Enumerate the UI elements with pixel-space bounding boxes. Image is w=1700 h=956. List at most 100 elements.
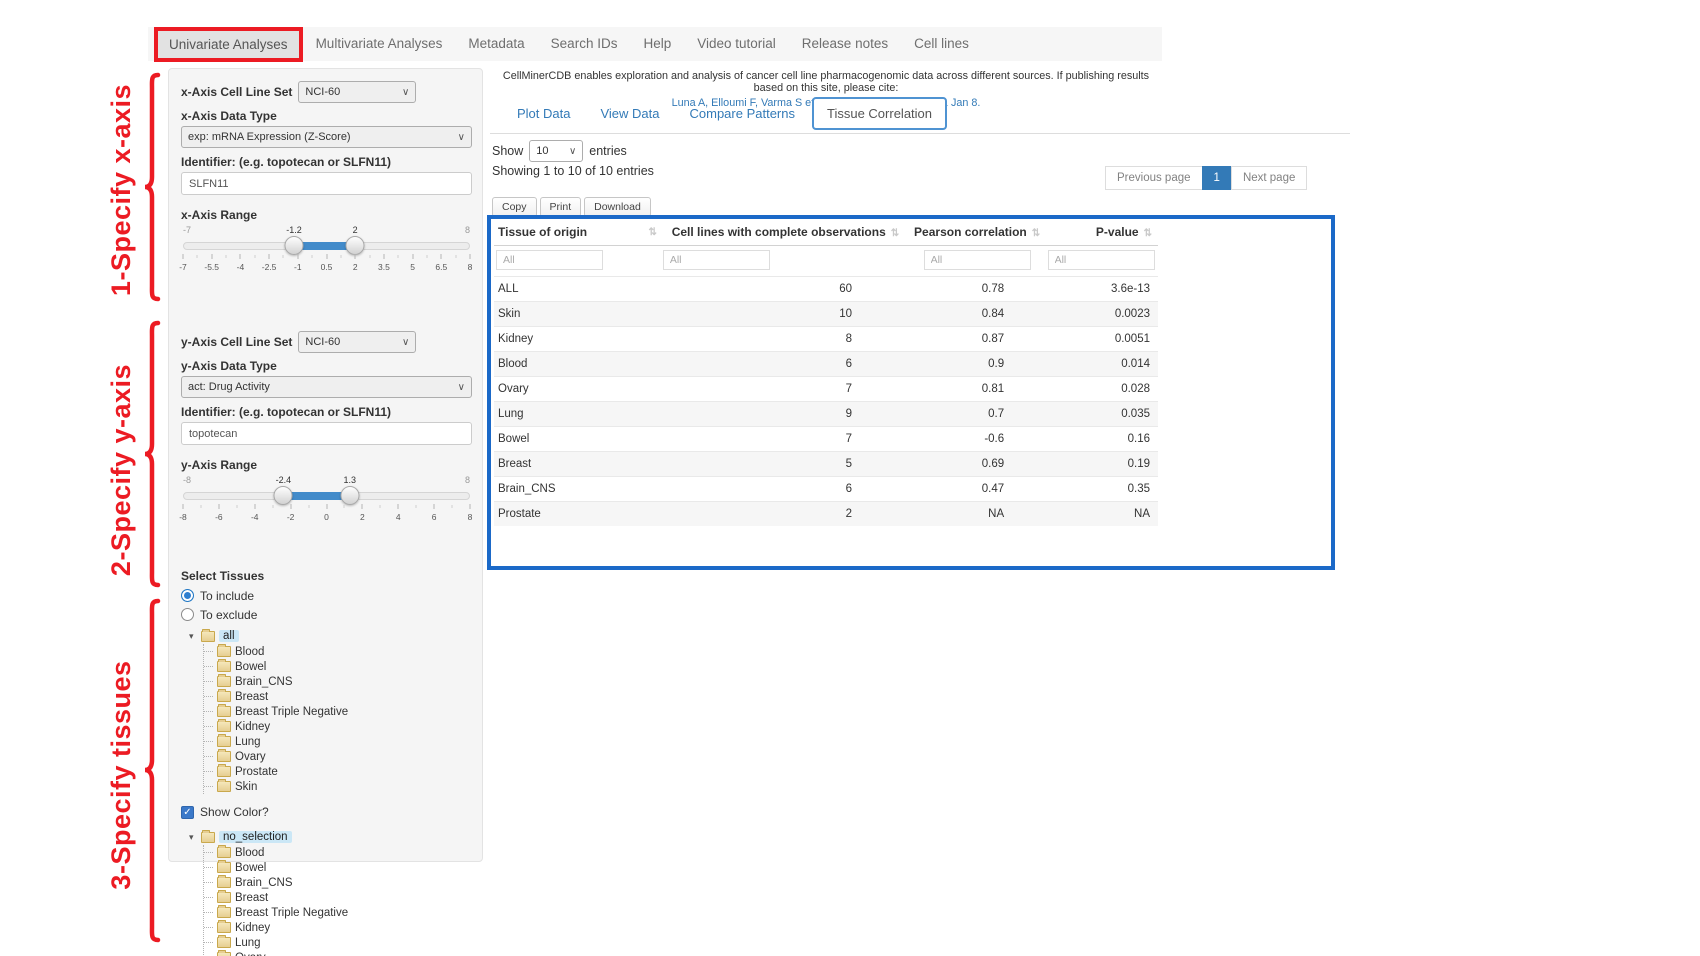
- table-row[interactable]: ALL 60 0.78 3.6e-13: [494, 277, 1158, 302]
- col-header-tissue[interactable]: Tissue of origin⇅: [494, 219, 661, 246]
- folder-icon: [217, 952, 231, 956]
- table-row[interactable]: Breast 5 0.69 0.19: [494, 452, 1158, 477]
- table-row[interactable]: Skin 10 0.84 0.0023: [494, 302, 1158, 327]
- col-header-pearson[interactable]: Pearson correlation⇅: [910, 219, 1044, 246]
- y-cell-line-set-select[interactable]: NCI-60 ∨: [298, 331, 416, 353]
- cell-pearson: 0.9: [910, 352, 1044, 377]
- tree-item-tissue[interactable]: Brain_CNS: [204, 875, 472, 890]
- nav-tab[interactable]: Release notes: [789, 27, 901, 61]
- previous-page-button[interactable]: Previous page: [1105, 166, 1203, 190]
- x-range-slider[interactable]: -7 8 -1.2 2 -7-5.5-4-2.5-10.523.556.58: [183, 225, 470, 279]
- nav-tab[interactable]: Help: [630, 27, 684, 61]
- tree-item-tissue[interactable]: Kidney: [204, 719, 472, 734]
- cell-tissue: Prostate: [494, 502, 661, 527]
- tree-root-all[interactable]: ▾ all: [189, 628, 239, 644]
- result-tab[interactable]: Plot Data: [504, 99, 583, 128]
- folder-icon: [217, 781, 231, 792]
- tree-item-tissue[interactable]: Kidney: [204, 920, 472, 935]
- tree-item-tissue[interactable]: Bowel: [204, 659, 472, 674]
- export-buttons: CopyPrintDownload: [492, 197, 651, 217]
- y-range-slider[interactable]: -8 8 -2.4 1.3 -8-6-4-202468: [183, 475, 470, 529]
- entries-suffix: entries: [589, 144, 627, 158]
- result-tab[interactable]: Tissue Correlation: [812, 97, 947, 130]
- pagination: Previous page 1 Next page: [1105, 166, 1307, 190]
- export-button[interactable]: Copy: [492, 197, 537, 217]
- slider-ticks: -8-6-4-202468: [183, 502, 470, 526]
- table-row[interactable]: Blood 6 0.9 0.014: [494, 352, 1158, 377]
- tissue-mode-radio[interactable]: To exclude: [181, 605, 472, 624]
- chevron-down-icon: ∨: [402, 337, 409, 348]
- annotation-step3-label: 3-Specify tissues: [106, 625, 136, 925]
- y-data-type-select[interactable]: act: Drug Activity ∨: [181, 376, 472, 398]
- y-identifier-input[interactable]: [181, 422, 472, 445]
- nav-tab[interactable]: Cell lines: [901, 27, 982, 61]
- cell-pearson: -0.6: [910, 427, 1044, 452]
- next-page-button[interactable]: Next page: [1231, 166, 1307, 190]
- tree-item-tissue[interactable]: Breast Triple Negative: [204, 704, 472, 719]
- table-row[interactable]: Lung 9 0.7 0.035: [494, 402, 1158, 427]
- slider-min-label: -7: [183, 225, 191, 235]
- tree-item-tissue[interactable]: Brain_CNS: [204, 674, 472, 689]
- entries-select[interactable]: 10 ∨: [529, 140, 583, 162]
- table-row[interactable]: Kidney 8 0.87 0.0051: [494, 327, 1158, 352]
- tree-item-tissue[interactable]: Ovary: [204, 950, 472, 956]
- filter-input-cell-lines[interactable]: [663, 250, 770, 270]
- x-cell-line-set-select[interactable]: NCI-60 ∨: [298, 81, 416, 103]
- table-row[interactable]: Prostate 2 NA NA: [494, 502, 1158, 527]
- tree-item-tissue[interactable]: Breast: [204, 689, 472, 704]
- tree-item-tissue[interactable]: Bowel: [204, 860, 472, 875]
- tree-item-tissue[interactable]: Lung: [204, 734, 472, 749]
- col-header-cell-lines[interactable]: Cell lines with complete observations⇅: [661, 219, 910, 246]
- current-page-button[interactable]: 1: [1202, 166, 1232, 190]
- tree-root-no-selection[interactable]: ▾ no_selection: [189, 829, 292, 845]
- radio-icon: [181, 589, 194, 602]
- filter-input-tissue[interactable]: [496, 250, 603, 270]
- folder-icon: [217, 751, 231, 762]
- folder-icon: [217, 937, 231, 948]
- nav-tab[interactable]: Search IDs: [538, 27, 631, 61]
- nav-tab[interactable]: Metadata: [455, 27, 537, 61]
- tree-item-tissue[interactable]: Blood: [204, 644, 472, 659]
- cell-tissue: Breast: [494, 452, 661, 477]
- slider-from-value: -1.2: [286, 225, 302, 235]
- brace-step3: [141, 598, 163, 943]
- cell-count: 7: [661, 427, 910, 452]
- sort-icon[interactable]: ⇅: [1032, 228, 1040, 239]
- tree-item-tissue[interactable]: Breast: [204, 890, 472, 905]
- cell-pearson: 0.84: [910, 302, 1044, 327]
- sort-icon[interactable]: ⇅: [648, 227, 656, 238]
- tree-item-tissue[interactable]: Prostate: [204, 764, 472, 779]
- table-row[interactable]: Brain_CNS 6 0.47 0.35: [494, 477, 1158, 502]
- export-button[interactable]: Download: [584, 197, 651, 217]
- cellminercdb-app: Univariate AnalysesMultivariate Analyses…: [0, 0, 1700, 956]
- annotation-step1-label: 1-Specify x-axis: [106, 40, 136, 340]
- tissue-mode-radio[interactable]: To include: [181, 586, 472, 605]
- tree-item-tissue[interactable]: Lung: [204, 935, 472, 950]
- sort-icon[interactable]: ⇅: [891, 228, 899, 239]
- tree-item-tissue[interactable]: Breast Triple Negative: [204, 905, 472, 920]
- export-button[interactable]: Print: [540, 197, 582, 217]
- sort-icon[interactable]: ⇅: [1144, 228, 1152, 239]
- nav-tab[interactable]: Video tutorial: [684, 27, 789, 61]
- tissue-color-tree: ▾ no_selection Blood Bowel: [189, 829, 472, 956]
- tree-item-tissue[interactable]: Ovary: [204, 749, 472, 764]
- checkbox-checked-icon: ✓: [181, 806, 194, 819]
- col-header-pvalue[interactable]: P-value⇅: [1044, 219, 1158, 246]
- show-color-checkbox-row[interactable]: ✓ Show Color?: [181, 803, 472, 821]
- x-identifier-input[interactable]: [181, 172, 472, 195]
- nav-tab[interactable]: Multivariate Analyses: [303, 27, 456, 61]
- tissue-mode-radios: To include To exclude: [181, 586, 472, 624]
- nav-tab[interactable]: Univariate Analyses: [154, 27, 303, 62]
- filter-input-pvalue[interactable]: [1048, 250, 1155, 270]
- result-tab[interactable]: Compare Patterns: [677, 99, 809, 128]
- table-filter-row: [494, 246, 1158, 277]
- x-data-type-select[interactable]: exp: mRNA Expression (Z-Score) ∨: [181, 126, 472, 148]
- tree-item-tissue[interactable]: Blood: [204, 845, 472, 860]
- table-row[interactable]: Ovary 7 0.81 0.028: [494, 377, 1158, 402]
- filter-input-pearson[interactable]: [924, 250, 1031, 270]
- table-row[interactable]: Bowel 7 -0.6 0.16: [494, 427, 1158, 452]
- result-tab[interactable]: View Data: [587, 99, 672, 128]
- folder-icon: [217, 706, 231, 717]
- brace-step2: [141, 320, 163, 588]
- tree-item-tissue[interactable]: Skin: [204, 779, 472, 794]
